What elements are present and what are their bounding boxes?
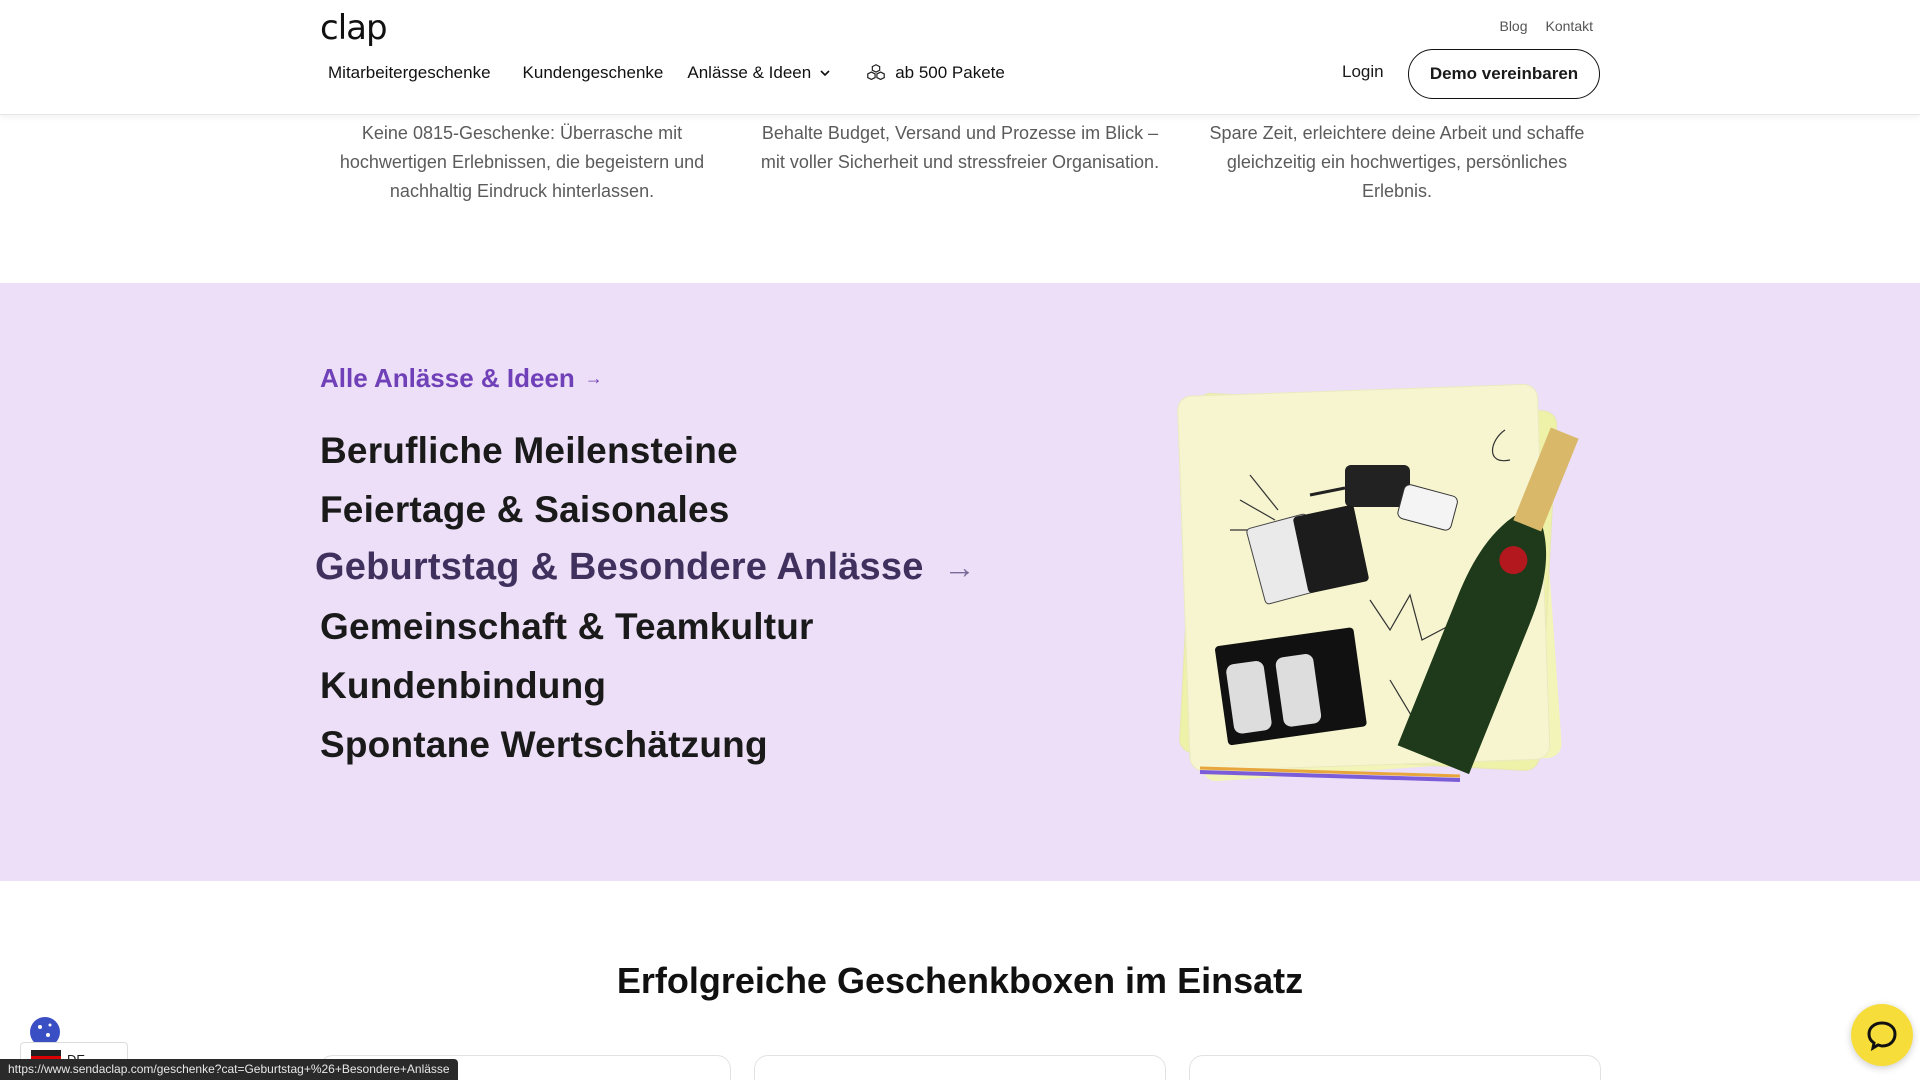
nav-kundengeschenke[interactable]: Kundengeschenke bbox=[523, 63, 664, 83]
arrow-right-icon: → bbox=[943, 549, 976, 585]
top-links: Blog Kontakt bbox=[1499, 18, 1593, 34]
nav-label: Anlässe & Ideen bbox=[687, 63, 812, 82]
login-link[interactable]: Login bbox=[1342, 62, 1384, 82]
all-occasions-label: Alle Anlässe & Ideen bbox=[320, 363, 575, 393]
occasion-item[interactable]: Berufliche Meilensteine bbox=[320, 430, 738, 472]
success-boxes-title: Erfolgreiche Geschenkboxen im Einsatz bbox=[616, 960, 1304, 1001]
nav-ab-500-pakete[interactable]: ab 500 Pakete bbox=[865, 62, 1005, 84]
site-header: clap Blog Kontakt Mitarbeitergeschenke K… bbox=[0, 0, 1920, 115]
feature-text: Spare Zeit, erleichtere deine Arbeit und… bbox=[1209, 123, 1585, 201]
nav-label: ab 500 Pakete bbox=[895, 63, 1005, 82]
nav-mitarbeitergeschenke[interactable]: Mitarbeitergeschenke bbox=[328, 63, 491, 83]
nav-anlaesse-ideen[interactable]: Anlässe & Ideen bbox=[687, 63, 831, 83]
demo-button[interactable]: Demo vereinbaren bbox=[1408, 49, 1600, 99]
occasion-label: Geburtstag & Besondere Anlässe bbox=[315, 546, 924, 588]
occasions-section: Alle Anlässe & Ideen → Berufliche Meilen… bbox=[0, 283, 1920, 881]
all-occasions-link[interactable]: Alle Anlässe & Ideen → bbox=[320, 363, 603, 394]
arrow-right-icon: → bbox=[584, 368, 603, 388]
features-section: Keine 0815-Geschenke: Überrasche mit hoc… bbox=[0, 115, 1920, 283]
occasion-item[interactable]: Gemeinschaft & Teamkultur bbox=[320, 606, 814, 648]
occasion-item[interactable]: Kundenbindung bbox=[320, 665, 606, 707]
occasion-item[interactable]: Feiertage & Saisonales bbox=[320, 489, 730, 531]
boxes-icon bbox=[867, 64, 886, 81]
nav-label: Mitarbeitergeschenke bbox=[328, 63, 491, 82]
nav-label: Kundengeschenke bbox=[522, 63, 664, 82]
chat-bubble-icon bbox=[1867, 1021, 1897, 1051]
chevron-down-icon bbox=[820, 70, 830, 77]
gift-illustration bbox=[1177, 384, 1579, 782]
main-nav: Mitarbeitergeschenke Kundengeschenke Anl… bbox=[328, 62, 1037, 84]
gift-box-card[interactable] bbox=[754, 1055, 1166, 1080]
feature-text: Keine 0815-Geschenke: Überrasche mit hoc… bbox=[339, 123, 705, 201]
clap-logo[interactable]: clap bbox=[320, 8, 388, 48]
occasion-item-active[interactable]: Geburtstag & Besondere Anlässe → bbox=[315, 546, 976, 589]
chat-button[interactable] bbox=[1851, 1004, 1913, 1066]
kontakt-link[interactable]: Kontakt bbox=[1546, 18, 1593, 34]
status-url: https://www.sendaclap.com/geschenke?cat=… bbox=[0, 1059, 458, 1080]
gift-box-card[interactable] bbox=[1189, 1055, 1601, 1080]
feature-text: Behalte Budget, Versand und Prozesse im … bbox=[760, 123, 1160, 172]
occasion-item[interactable]: Spontane Wertschätzung bbox=[320, 724, 768, 766]
blog-link[interactable]: Blog bbox=[1499, 18, 1527, 34]
